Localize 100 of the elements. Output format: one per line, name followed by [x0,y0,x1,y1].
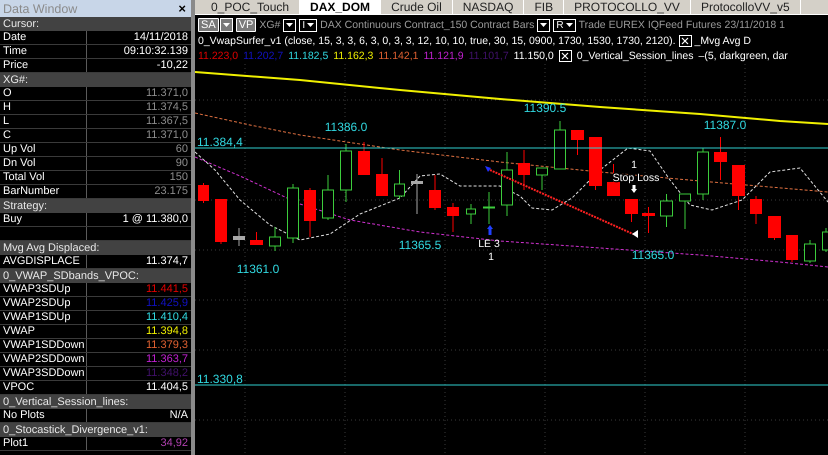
trade-quantity: 1 [631,159,637,171]
field-label: AVGDISPLACE [0,255,87,268]
price-label: 11365.5 [398,238,442,252]
caret-icon [286,23,294,28]
level-label: 11.330,8 [197,372,243,386]
section-header: 0_VWAP_SDbands_VPOC: [3,270,139,282]
section-header: Strategy: [3,200,48,212]
toggle-button[interactable]: VP [236,18,256,32]
candlestick [322,174,334,220]
field-value: 11.404,5 [146,381,188,393]
field-label: Time [0,45,87,58]
field-value: 11.394,8 [146,325,188,337]
chart-tab[interactable]: DAX_DOM [300,0,382,14]
chart-info-text: Futures [686,19,722,32]
price-label: 11386.0 [324,120,368,134]
trade-quantity: 1 [488,251,494,263]
candlestick [571,130,584,156]
chart-info-text: 23/11/2018 1 [724,19,786,32]
section-header: Cursor: [3,18,40,30]
field-label: Up Vol [0,143,87,156]
field-label: Plot1 [0,437,87,450]
dropdown-button[interactable] [220,18,233,32]
field-value: N/A [170,409,188,421]
field-label: No Plots [0,409,87,422]
section-header: Mvg Avg Displaced: [3,242,100,254]
chart-info-text: XG# [259,19,280,32]
exit-arrow-icon [631,185,637,193]
candlestick [483,192,495,224]
dropdown-button[interactable]: R [553,18,576,32]
field-value: 90 [176,157,188,169]
panel-title: Data Window [3,2,78,16]
field-label: Date [0,31,87,44]
section-header: 0_Vertical_Session_lines: [3,396,128,408]
field-label: VWAP1SDUp [0,311,87,324]
field-value: 11.367,5 [146,115,188,127]
candlestick [233,228,245,246]
close-button[interactable]: × [178,2,186,15]
candlestick [732,164,745,210]
field-value: 11.363,7 [146,353,188,365]
field-label: VWAP1SDDown [0,339,87,352]
indicator-value: 11.182,5 [288,50,328,62]
caret-icon [540,23,548,28]
chart-info-text: EUREX [608,19,645,32]
field-value: 11.379,3 [146,339,188,351]
candlestick [250,232,263,246]
candlestick [466,204,476,224]
candlestick [501,152,513,216]
candlestick [697,148,709,200]
price-label: 11365.0 [632,248,674,262]
field-label: L [0,115,87,128]
indicator-text: _Mvg Avg D [694,34,751,47]
indicator-value: 11.202,7 [243,50,284,62]
field-value: 1 @ 11.380,0 [122,213,188,225]
candlestick [447,202,459,232]
candlestick [589,136,602,190]
dropdown-button[interactable] [283,18,296,32]
field-value: 11.441,5 [146,283,188,295]
candlestick [215,198,227,244]
section-header: XG#: [3,74,28,86]
close-button[interactable] [678,34,692,47]
level-label: 11.384,4 [197,135,243,149]
candlestick [198,182,209,204]
symbol-button[interactable]: SA [198,18,219,32]
field-label: VPOC [0,381,87,394]
candlestick [768,216,781,240]
candlestick [518,150,530,190]
close-button[interactable] [558,50,572,62]
caret-icon [222,23,230,28]
candlestick [340,144,352,202]
candlestick [536,168,548,190]
indicator-value: 11.150,0 [514,50,554,62]
field-value: 11.425,9 [146,297,188,309]
dropdown-button[interactable]: I [299,18,318,32]
candlestick [394,170,405,200]
indicator-value: 11.142,1 [378,50,418,62]
section-header: 0_Stocastick_Divergence_v1: [3,424,148,436]
field-value: 11.374,5 [146,101,188,113]
field-label: VWAP2SDDown [0,353,87,366]
candlestick [411,174,423,214]
price-label: 11361.0 [236,262,280,276]
field-value: 23.175 [154,185,188,197]
dropdown-button[interactable] [537,18,550,32]
indicator-text: 0_VwapSurfer_v1 (close, 15, 3, 3, 6, 3, 0, 3, 3, 12, 10, 10, true, 30, 15, 0900, 1730, 1530, 1730, 2120). [198,34,676,47]
indicator-value: 11.162,3 [333,50,374,62]
candlestick [786,234,798,262]
field-value: 34,92 [160,437,188,449]
field-value: 14/11/2018 [134,31,188,43]
field-value: 60 [176,143,188,155]
field-value: 09:10:32.139 [124,45,188,57]
field-label: VWAP2SDUp [0,297,87,310]
candlestick [554,120,566,170]
field-label: C [0,129,87,142]
price-label: 11390.5 [524,101,566,115]
indicator-text: –(5, darkgreen, dar [698,50,788,62]
candlestick [269,226,281,252]
field-value: -10,22 [156,59,188,71]
field-label: Buy [0,213,87,226]
chart-info-text: DAX Continuours Contract_150 Contract Bars [320,19,534,32]
field-label: Price [0,59,87,72]
arrow-marker-icon [485,166,491,172]
